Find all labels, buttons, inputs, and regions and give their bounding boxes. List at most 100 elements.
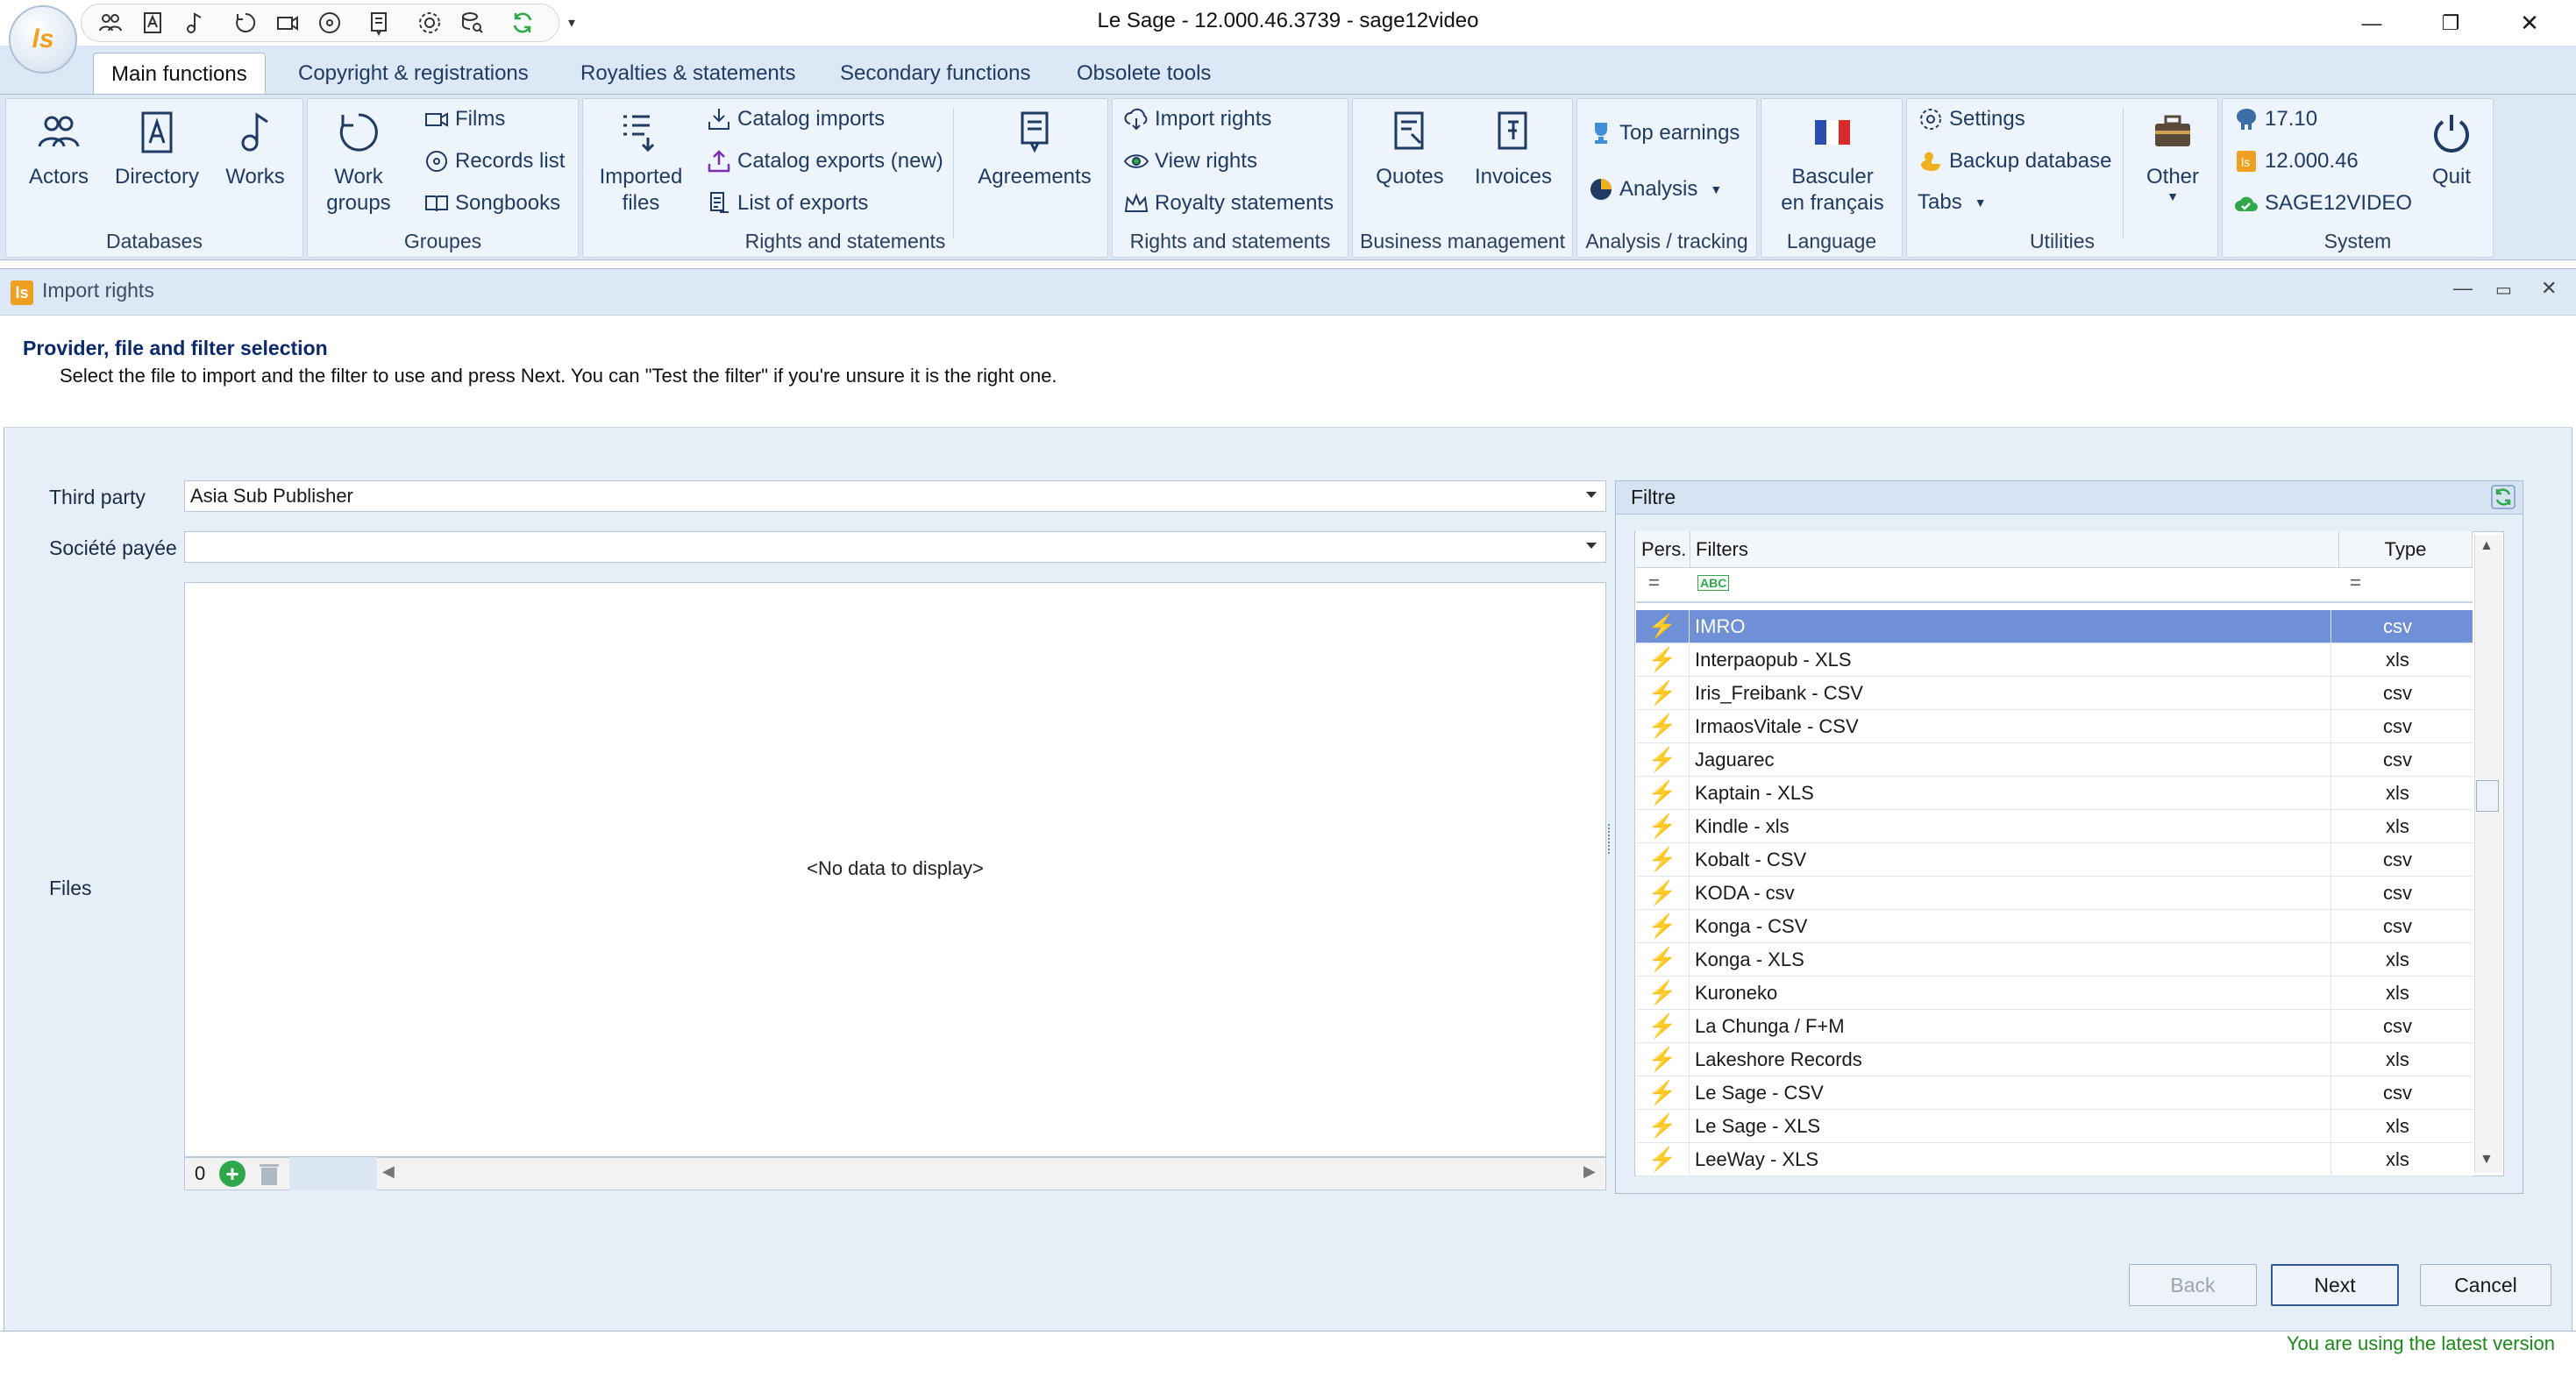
table-row[interactable]: ⚡ Kobalt - CSV csv: [1636, 843, 2473, 877]
files-hscroll-thumb[interactable]: [289, 1157, 377, 1190]
invoices-button[interactable]: Invoices: [1465, 108, 1562, 190]
agreements-button[interactable]: Agreements: [969, 108, 1100, 190]
database-name: SAGE12VIDEO: [2233, 190, 2412, 217]
filter-name-cell: Konga - CSV: [1689, 910, 2330, 942]
third-party-combo[interactable]: Asia Sub Publisher: [184, 480, 1606, 512]
table-row[interactable]: ⚡ Kuroneko xls: [1636, 977, 2473, 1010]
settings-button[interactable]: Settings: [1918, 106, 2025, 132]
tab-royalties-statements[interactable]: Royalties & statements: [563, 53, 813, 95]
lightning-icon: ⚡: [1647, 813, 1677, 839]
filter-name-cell: Le Sage - XLS: [1689, 1110, 2330, 1142]
filter-panel-title: Filtre: [1631, 486, 1676, 508]
table-row[interactable]: ⚡ Konga - XLS xls: [1636, 943, 2473, 977]
filters-vertical-scrollbar[interactable]: [2474, 535, 2502, 1173]
tabs-dropdown[interactable]: Tabs ▼: [1918, 190, 1987, 215]
document-title: Import rights: [42, 279, 154, 302]
status-text: You are using the latest version: [2286, 1332, 2555, 1354]
table-row[interactable]: ⚡ Kaptain - XLS xls: [1636, 777, 2473, 810]
backup-database-button[interactable]: Backup database: [1918, 148, 2111, 174]
table-row[interactable]: ⚡ Kindle - xls xls: [1636, 810, 2473, 843]
records-list-button[interactable]: Records list: [423, 148, 565, 174]
analysis-dropdown[interactable]: Analysis ▼: [1588, 176, 1722, 202]
filter-type-cell: xls: [2330, 977, 2464, 1009]
chevron-down-icon[interactable]: [1586, 492, 1597, 498]
lightning-icon: ⚡: [1647, 913, 1677, 939]
column-header-pers[interactable]: Pers.: [1636, 531, 1690, 568]
table-row[interactable]: ⚡ La Chunga / F+M csv: [1636, 1010, 2473, 1043]
auto-filter-row[interactable]: [1636, 568, 2473, 603]
quit-button[interactable]: Quit: [2416, 108, 2487, 190]
column-header-type[interactable]: Type: [2339, 531, 2473, 568]
doc-minimize-button[interactable]: —: [2453, 277, 2473, 300]
table-row[interactable]: ⚡ IMRO csv: [1636, 610, 2473, 643]
filter-equals-icon[interactable]: =: [1648, 572, 1660, 594]
table-row[interactable]: ⚡ KODA - csv csv: [1636, 877, 2473, 910]
catalog-imports-button[interactable]: Catalog imports: [706, 106, 885, 132]
other-dropdown[interactable]: Other ▼: [2131, 108, 2214, 202]
works-button[interactable]: Works: [213, 108, 297, 190]
quotes-button[interactable]: Quotes: [1362, 108, 1458, 190]
trash-icon[interactable]: [256, 1161, 282, 1187]
scroll-left-icon[interactable]: ◀: [382, 1162, 395, 1181]
table-row[interactable]: ⚡ Lakeshore Records xls: [1636, 1043, 2473, 1076]
switch-language-button[interactable]: Basculer en français: [1768, 108, 1896, 217]
book-icon: [425, 195, 448, 212]
refresh-icon[interactable]: [2490, 484, 2516, 510]
filters-scroll-thumb[interactable]: [2476, 780, 2499, 812]
actors-icon: [38, 116, 80, 147]
tab-obsolete-tools[interactable]: Obsolete tools: [1059, 53, 1228, 95]
files-empty-message: <No data to display>: [807, 857, 984, 879]
doc-close-button[interactable]: ✕: [2541, 277, 2557, 300]
table-row[interactable]: ⚡ Le Sage - XLS xls: [1636, 1110, 2473, 1143]
text-filter-icon[interactable]: ABC: [1697, 575, 1730, 591]
scroll-up-icon[interactable]: ▲: [2480, 538, 2494, 554]
table-row[interactable]: ⚡ Jaguarec csv: [1636, 743, 2473, 777]
trophy-icon: [1595, 123, 1607, 144]
back-button[interactable]: Back: [2129, 1264, 2257, 1306]
table-row[interactable]: ⚡ Interpaopub - XLS xls: [1636, 643, 2473, 677]
top-earnings-button[interactable]: Top earnings: [1588, 120, 1740, 146]
catalog-exports-button[interactable]: Catalog exports (new): [706, 148, 943, 174]
filter-type-cell: csv: [2330, 877, 2464, 909]
imported-files-button[interactable]: Imported files: [588, 108, 694, 217]
view-rights-button[interactable]: View rights: [1123, 148, 1257, 174]
list-of-exports-button[interactable]: List of exports: [706, 190, 868, 217]
filter-type-cell: csv: [2330, 910, 2464, 942]
directory-button[interactable]: Directory: [104, 108, 210, 190]
scroll-right-icon[interactable]: ▶: [1583, 1162, 1596, 1181]
tab-secondary-functions[interactable]: Secondary functions: [822, 53, 1048, 95]
next-button[interactable]: Next: [2271, 1264, 2399, 1306]
tab-main-functions[interactable]: Main functions: [93, 53, 266, 95]
filter-equals-icon[interactable]: =: [2350, 572, 2361, 594]
import-rights-button[interactable]: Import rights: [1123, 106, 1271, 132]
table-row[interactable]: ⚡ Konga - CSV csv: [1636, 910, 2473, 943]
cancel-button[interactable]: Cancel: [2420, 1264, 2551, 1306]
table-row[interactable]: ⚡ Iris_Freibank - CSV csv: [1636, 677, 2473, 710]
chevron-down-icon: ▼: [1710, 182, 1723, 196]
filter-name-cell: Kobalt - CSV: [1689, 843, 2330, 876]
chevron-down-icon[interactable]: [1586, 543, 1597, 549]
filter-name-cell: IrmaosVitale - CSV: [1689, 710, 2330, 742]
scroll-down-icon[interactable]: ▼: [2480, 1152, 2494, 1168]
restore-button[interactable]: ❐: [2411, 0, 2490, 46]
column-header-filters[interactable]: Filters: [1690, 531, 2339, 568]
table-row[interactable]: ⚡ LeeWay - XLS xls: [1636, 1143, 2473, 1176]
app-logo[interactable]: ls: [9, 5, 77, 74]
doc-maximize-button[interactable]: ▭: [2495, 279, 2512, 301]
table-row[interactable]: ⚡ IrmaosVitale - CSV csv: [1636, 710, 2473, 743]
work-groups-button[interactable]: Work groups: [315, 108, 402, 217]
add-file-icon[interactable]: +: [219, 1161, 246, 1187]
societe-payee-combo[interactable]: [184, 531, 1606, 563]
minimize-button[interactable]: —: [2332, 0, 2411, 46]
songbooks-button[interactable]: Songbooks: [423, 190, 560, 217]
close-button[interactable]: ✕: [2490, 0, 2569, 46]
lightning-icon: ⚡: [1647, 1012, 1677, 1039]
films-button[interactable]: Films: [423, 106, 505, 132]
cloud-check-icon: [2235, 196, 2258, 211]
royalty-statements-button[interactable]: Royalty statements: [1123, 190, 1334, 217]
table-row[interactable]: ⚡ Le Sage - CSV csv: [1636, 1076, 2473, 1110]
splitter-handle[interactable]: [1608, 824, 1613, 854]
actors-button[interactable]: Actors: [17, 108, 101, 190]
tab-copyright-registrations[interactable]: Copyright & registrations: [281, 53, 546, 95]
lightning-icon: ⚡: [1647, 1079, 1677, 1105]
